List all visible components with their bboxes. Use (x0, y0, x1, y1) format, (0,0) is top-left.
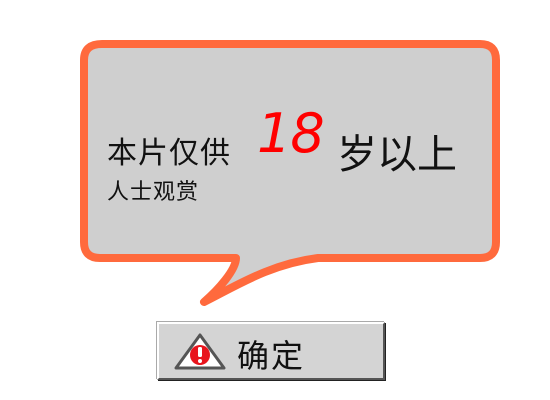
message-suffix: 岁以上 (337, 132, 457, 178)
message-prefix: 本片仅供 (107, 136, 231, 171)
warning-message-line2: 人士观赏 (107, 180, 200, 205)
age-number: 18 (257, 102, 325, 165)
age-warning-dialog: 本片仅供 18 岁以上 人士观赏 确定 (0, 0, 550, 400)
ok-button-label: 确定 (237, 337, 306, 375)
warning-message: 本片仅供 18 岁以上 人士观赏 (107, 102, 487, 212)
ok-button[interactable]: 确定 (157, 322, 385, 380)
warning-icon (174, 333, 226, 370)
